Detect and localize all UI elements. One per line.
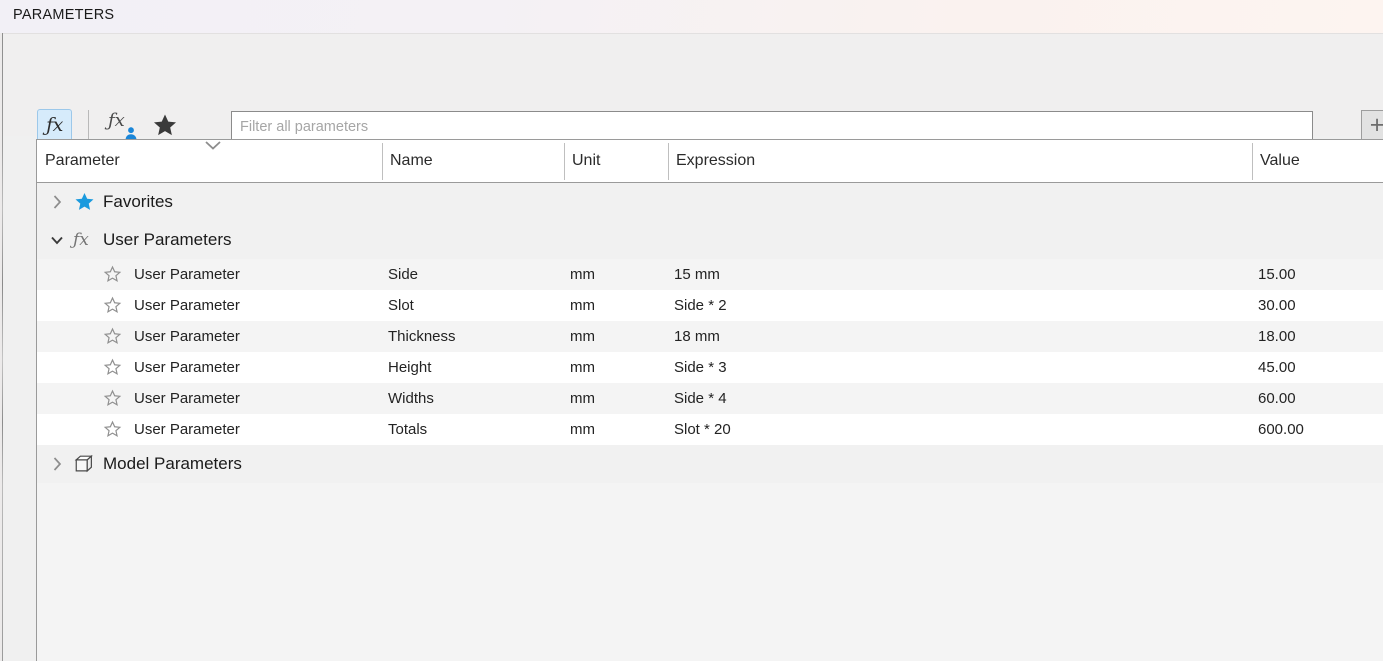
cell-value: 15.00 [1258, 266, 1296, 283]
cell-name: Widths [388, 390, 434, 407]
chevron-down-icon [205, 141, 221, 150]
group-row-favorites[interactable]: Favorites [37, 183, 1383, 221]
group-label-user-parameters: User Parameters [103, 230, 232, 249]
cell-expression: Side * 3 [674, 359, 727, 376]
cell-unit: mm [570, 359, 595, 376]
cell-expression: Slot * 20 [674, 421, 731, 438]
chevron-down-glyph [51, 236, 63, 244]
star-outline-glyph [103, 358, 122, 375]
group-row-model-parameters[interactable]: Model Parameters [37, 445, 1383, 483]
star-outline-glyph [103, 389, 122, 406]
fx-toggle-button[interactable]: ƒx [37, 109, 72, 142]
favorite-star-icon[interactable] [103, 383, 129, 414]
group-label-favorites: Favorites [103, 192, 173, 211]
star-icon [73, 183, 99, 221]
parameters-table: Parameter Name Unit Expression Value Fav… [36, 139, 1383, 661]
table-header: Parameter Name Unit Expression Value [37, 140, 1383, 183]
fx-user-icon: ƒx [108, 110, 125, 131]
cell-name: Thickness [388, 328, 456, 345]
toolbar: ƒx ƒx + [3, 34, 1383, 143]
table-body: Favorites ƒx User Parameters User Parame… [37, 183, 1383, 661]
cell-name: Side [388, 266, 419, 283]
cell-value: 600.00 [1258, 421, 1304, 438]
group-label-model-parameters: Model Parameters [103, 454, 242, 473]
table-empty-area [37, 483, 1383, 661]
fx-icon: ƒx [46, 114, 63, 136]
cube-icon [73, 445, 99, 483]
cell-name: Height [388, 359, 432, 376]
table-row[interactable]: User Parameter Widths mm Side * 4 60.00 [37, 383, 1383, 414]
favorite-star-icon[interactable] [103, 259, 129, 290]
column-header-name-label: Name [390, 152, 433, 169]
cell-expression: 15 mm [674, 266, 720, 283]
cell-unit: mm [570, 421, 595, 438]
favorite-star-icon[interactable] [103, 321, 129, 352]
star-outline-glyph [103, 420, 122, 437]
favorite-star-icon[interactable] [103, 352, 129, 383]
column-header-value[interactable]: Value [1252, 140, 1383, 182]
plus-icon: + [1369, 110, 1383, 139]
column-header-expression-label: Expression [676, 152, 756, 169]
cell-parameter: User Parameter [134, 390, 240, 407]
cell-parameter: User Parameter [134, 297, 240, 314]
cell-unit: mm [570, 328, 595, 345]
chevron-down-icon[interactable] [46, 221, 68, 259]
title-bar: PARAMETERS [0, 0, 1383, 34]
chevron-right-icon[interactable] [46, 445, 68, 483]
group-row-user-parameters[interactable]: ƒx User Parameters [37, 221, 1383, 259]
table-row[interactable]: User Parameter Thickness mm 18 mm 18.00 [37, 321, 1383, 352]
toolbar-divider [88, 110, 89, 141]
column-header-parameter-label: Parameter [45, 152, 120, 169]
column-header-expression[interactable]: Expression [668, 140, 1252, 182]
column-header-unit[interactable]: Unit [564, 140, 668, 182]
table-row[interactable]: User Parameter Slot mm Side * 2 30.00 [37, 290, 1383, 321]
cell-unit: mm [570, 390, 595, 407]
column-header-parameter[interactable]: Parameter [37, 140, 382, 182]
search-input[interactable] [231, 111, 1313, 142]
column-header-name[interactable]: Name [382, 140, 564, 182]
star-outline-glyph [103, 296, 122, 313]
cell-value: 60.00 [1258, 390, 1296, 407]
cell-expression: 18 mm [674, 328, 720, 345]
cell-expression: Side * 2 [674, 297, 727, 314]
cell-parameter: User Parameter [134, 328, 240, 345]
cell-expression: Side * 4 [674, 390, 727, 407]
star-outline-glyph [103, 265, 122, 282]
cell-parameter: User Parameter [134, 359, 240, 376]
cell-name: Slot [388, 297, 414, 314]
table-row[interactable]: User Parameter Height mm Side * 3 45.00 [37, 352, 1383, 383]
person-badge-icon [125, 127, 137, 140]
fx-icon: ƒx [73, 230, 89, 250]
cell-parameter: User Parameter [134, 266, 240, 283]
table-row[interactable]: User Parameter Side mm 15 mm 15.00 [37, 259, 1383, 290]
star-outline-glyph [103, 327, 122, 344]
favorite-star-icon[interactable] [103, 290, 129, 321]
user-parameters-filter-button[interactable]: ƒx [107, 110, 141, 142]
favorite-star-icon[interactable] [103, 414, 129, 445]
cube-glyph [74, 454, 93, 473]
cell-unit: mm [570, 266, 595, 283]
favorites-filter-button[interactable] [151, 112, 181, 140]
star-icon [153, 114, 177, 136]
chevron-right-icon[interactable] [46, 183, 68, 221]
chevron-right-glyph [53, 195, 61, 209]
cell-parameter: User Parameter [134, 421, 240, 438]
parameters-dialog: PARAMETERS ƒx ƒx + Paramet [0, 0, 1383, 661]
star-filled-glyph [75, 193, 94, 210]
page-title: PARAMETERS [13, 7, 115, 23]
column-header-value-label: Value [1260, 152, 1300, 169]
column-header-unit-label: Unit [572, 152, 601, 169]
chevron-right-glyph [53, 457, 61, 471]
cell-value: 18.00 [1258, 328, 1296, 345]
table-row[interactable]: User Parameter Totals mm Slot * 20 600.0… [37, 414, 1383, 445]
cell-value: 45.00 [1258, 359, 1296, 376]
cell-name: Totals [388, 421, 428, 438]
cell-unit: mm [570, 297, 595, 314]
cell-value: 30.00 [1258, 297, 1296, 314]
